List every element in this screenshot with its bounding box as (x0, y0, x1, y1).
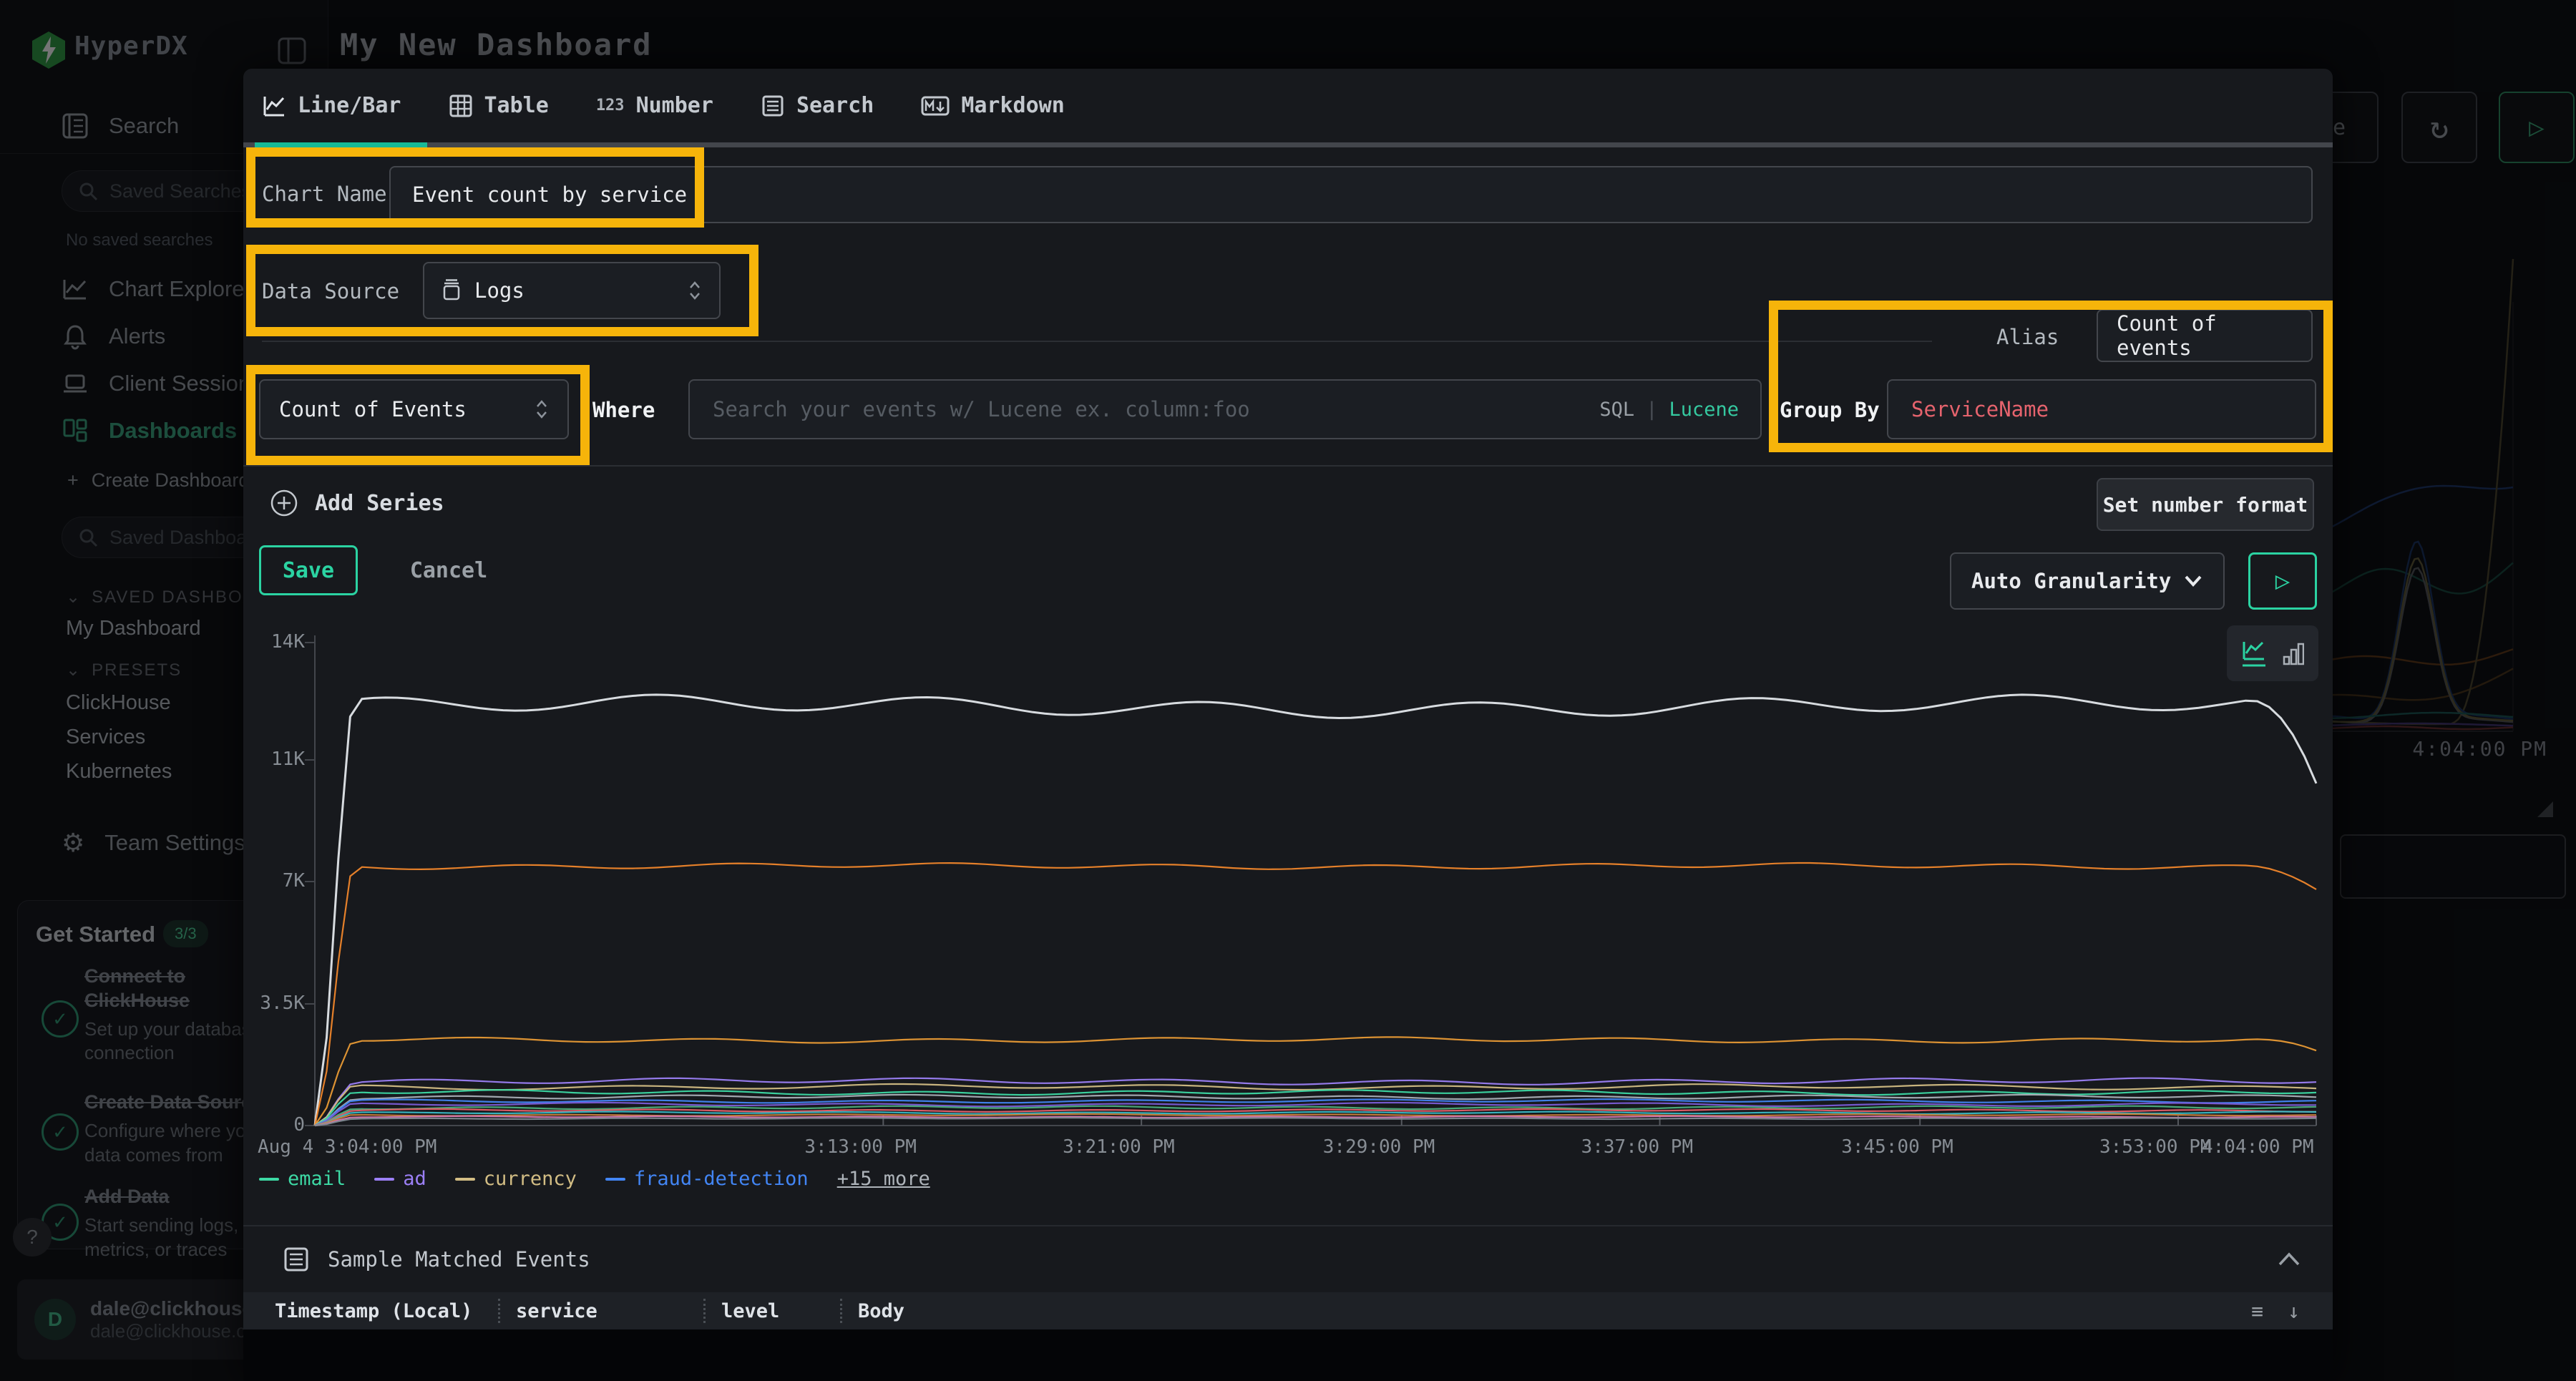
legend-label: fraud-detection (634, 1168, 809, 1190)
legend-item[interactable]: currency (455, 1168, 577, 1190)
markdown-icon (921, 94, 950, 118)
column-header[interactable]: service (500, 1298, 703, 1324)
highlight-data-source (246, 245, 758, 336)
x-tick-label: 3:21:00 PM (1063, 1136, 1175, 1158)
legend-item[interactable]: email (259, 1168, 346, 1190)
event-count-chart[interactable] (243, 615, 2333, 1173)
chart-type-tabs: Line/Bar Table 123 Number (262, 93, 1065, 118)
tab-label: Number (636, 93, 713, 118)
highlight-group-by-alias (1769, 301, 2333, 452)
cancel-label: Cancel (410, 558, 487, 583)
list-icon (283, 1246, 309, 1272)
x-tick-label: 3:29:00 PM (1323, 1136, 1435, 1158)
x-tick-label: 4:04:00 PM (2202, 1136, 2314, 1158)
where-input[interactable]: SQL | Lucene (688, 379, 1762, 439)
tab-line-bar[interactable]: Line/Bar (262, 93, 401, 118)
tab-number[interactable]: 123 Number (596, 93, 713, 118)
legend-dash-icon (374, 1178, 394, 1181)
y-tick-label: 3.5K (243, 992, 305, 1014)
section-divider (243, 465, 2333, 467)
legend-dash-icon (605, 1178, 625, 1181)
y-tick-label: 11K (243, 748, 305, 770)
set-number-format-button[interactable]: Set number format (2097, 478, 2314, 531)
plus-circle-icon (269, 488, 299, 518)
sql-toggle[interactable]: SQL (1599, 399, 1634, 421)
table-icon (449, 94, 473, 118)
tabs-underline (243, 142, 2333, 147)
series-divider (262, 341, 1932, 342)
toggle-separator: | (1646, 399, 1657, 421)
table-options-icon[interactable]: ≡ (2251, 1299, 2263, 1323)
y-tick-label: 0 (243, 1114, 305, 1136)
query-language-toggle[interactable]: SQL | Lucene (1599, 399, 1739, 421)
chevron-down-icon (2183, 574, 2203, 588)
legend-dash-icon (259, 1178, 279, 1181)
column-header[interactable]: level (706, 1298, 840, 1324)
tab-markdown[interactable]: Markdown (921, 93, 1065, 118)
lucene-toggle[interactable]: Lucene (1669, 399, 1739, 421)
x-tick-label: 3:45:00 PM (1841, 1136, 1953, 1158)
play-icon: ▷ (2275, 567, 2290, 595)
chart-legend: email ad currency fraud-detection +15 more (259, 1168, 930, 1190)
add-series-button[interactable]: Add Series (269, 488, 444, 518)
list-icon (761, 94, 785, 118)
granularity-select[interactable]: Auto Granularity (1950, 552, 2225, 610)
line-chart-icon (262, 94, 286, 118)
column-header[interactable]: Body (842, 1298, 1960, 1324)
x-tick-label: Aug 4 3:04:00 PM (258, 1136, 436, 1158)
download-icon[interactable]: ↓ (2288, 1299, 2300, 1323)
set-number-format-label: Set number format (2103, 493, 2308, 517)
tab-label: Search (796, 93, 874, 118)
events-table-body (243, 1329, 2333, 1381)
save-label: Save (283, 558, 334, 583)
x-tick-label: 3:53:00 PM (2099, 1136, 2212, 1158)
tab-label: Line/Bar (298, 93, 401, 118)
screen: My New Dashboard Save ↻ ▷ 4:04:00 PM Hyp… (0, 0, 2576, 1381)
legend-label: ad (403, 1168, 426, 1190)
highlight-aggregation (246, 365, 590, 465)
where-text-input[interactable] (711, 396, 1591, 422)
run-chart-button[interactable]: ▷ (2248, 552, 2317, 610)
collapse-chevron-up-icon[interactable] (2277, 1251, 2301, 1268)
sample-events-header[interactable]: Sample Matched Events (283, 1246, 590, 1272)
tab-label: Markdown (961, 93, 1065, 118)
highlight-chart-name (246, 147, 704, 228)
x-tick-label: 3:13:00 PM (804, 1136, 917, 1158)
cancel-button[interactable]: Cancel (395, 545, 502, 595)
where-label: Where (592, 398, 655, 422)
legend-label: email (288, 1168, 346, 1190)
legend-more-link[interactable]: +15 more (837, 1168, 930, 1190)
save-button[interactable]: Save (259, 545, 358, 595)
legend-item[interactable]: ad (374, 1168, 426, 1190)
tab-label: Table (484, 93, 549, 118)
y-tick-label: 14K (243, 631, 305, 653)
number-123-icon: 123 (596, 97, 625, 114)
legend-dash-icon (455, 1178, 475, 1181)
tab-table[interactable]: Table (449, 93, 549, 118)
legend-item[interactable]: fraud-detection (605, 1168, 809, 1190)
events-table-header: Timestamp (Local) service level Body ≡ ↓ (243, 1292, 2333, 1329)
active-tab-indicator (255, 142, 427, 147)
y-tick-label: 7K (243, 870, 305, 892)
legend-label: currency (484, 1168, 577, 1190)
tab-search[interactable]: Search (761, 93, 874, 118)
x-tick-label: 3:37:00 PM (1581, 1136, 1694, 1158)
section-divider (243, 1225, 2333, 1226)
add-series-label: Add Series (315, 491, 444, 516)
column-header[interactable]: Timestamp (Local) (243, 1298, 498, 1324)
granularity-value: Auto Granularity (1971, 569, 2171, 593)
sample-events-title: Sample Matched Events (328, 1247, 590, 1272)
